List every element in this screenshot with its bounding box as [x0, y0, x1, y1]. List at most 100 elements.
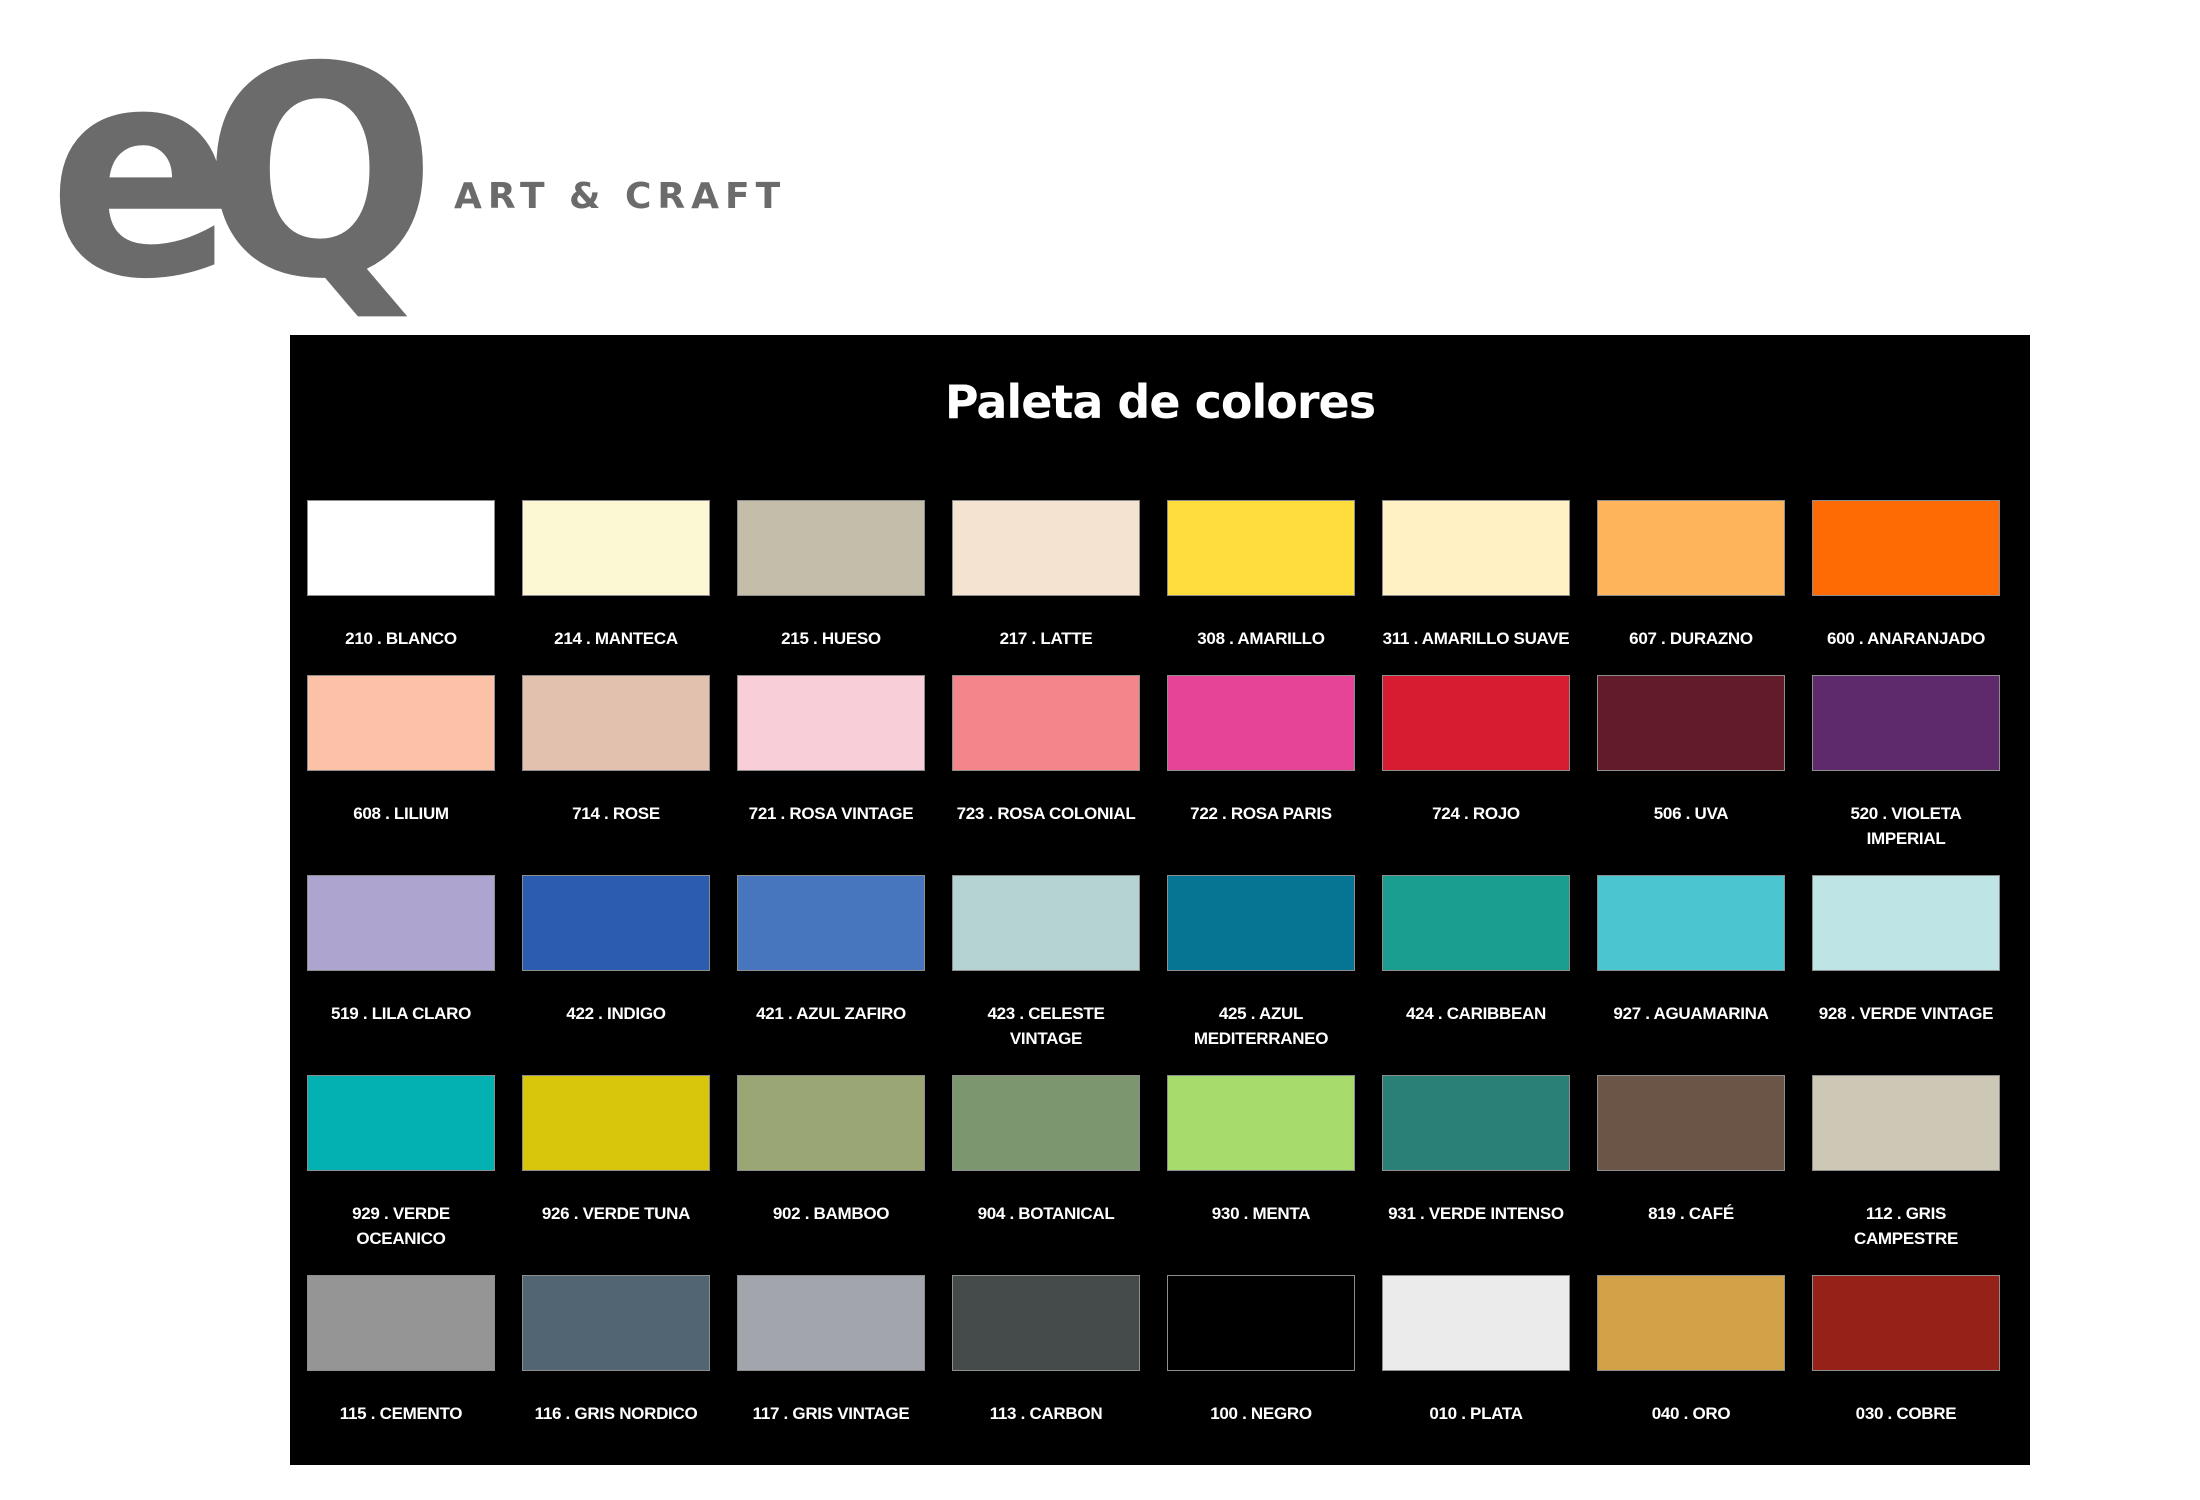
color-swatch-item: 927 . AGUAMARINA — [1597, 875, 1785, 1075]
color-swatch — [1167, 1075, 1355, 1171]
color-swatch — [1597, 675, 1785, 771]
color-swatch-label: 030 . COBRE — [1855, 1404, 1957, 1423]
color-swatch-label: 904 . BOTANICAL — [977, 1204, 1115, 1223]
color-swatch — [1597, 1275, 1785, 1371]
color-swatch-item: 115 . CEMENTO — [307, 1275, 495, 1425]
color-swatch-item: 723 . ROSA COLONIAL — [952, 675, 1140, 875]
color-swatch — [307, 1275, 495, 1371]
color-swatch-label: 113 . CARBON — [989, 1404, 1103, 1423]
color-swatch-item: 928 . VERDE VINTAGE — [1812, 875, 2000, 1075]
color-swatch — [1382, 1075, 1570, 1171]
color-swatch — [952, 500, 1140, 596]
color-swatch-item: 930 . MENTA — [1167, 1075, 1355, 1275]
color-swatch-label: 112 . GRIS CAMPESTRE — [1853, 1204, 1959, 1248]
color-swatch-label: 100 . NEGRO — [1210, 1404, 1312, 1423]
color-swatch-item: 600 . ANARANJADO — [1812, 500, 2000, 675]
color-swatch-item: 819 . CAFÉ — [1597, 1075, 1785, 1275]
color-swatch — [522, 1275, 710, 1371]
color-swatch-label: 311 . AMARILLO SUAVE — [1382, 629, 1570, 648]
color-swatch-label: 423 . CELESTE VINTAGE — [987, 1004, 1105, 1048]
color-swatch-item: 423 . CELESTE VINTAGE — [952, 875, 1140, 1075]
color-swatch-label: 931 . VERDE INTENSO — [1388, 1204, 1564, 1223]
color-swatch-item: 311 . AMARILLO SUAVE — [1382, 500, 1570, 675]
color-swatch-item: 210 . BLANCO — [307, 500, 495, 675]
color-swatch-item: 904 . BOTANICAL — [952, 1075, 1140, 1275]
color-swatch — [737, 500, 925, 596]
color-swatch-label: 214 . MANTECA — [554, 629, 678, 648]
color-swatch — [737, 875, 925, 971]
color-swatch — [1597, 500, 1785, 596]
brand-logo: eQ ART & CRAFT — [48, 30, 808, 320]
color-swatch-item: 714 . ROSE — [522, 675, 710, 875]
color-swatch — [522, 875, 710, 971]
color-swatch-item: 724 . ROJO — [1382, 675, 1570, 875]
color-swatch — [1382, 875, 1570, 971]
color-swatch-item: 608 . LILIUM — [307, 675, 495, 875]
color-swatch-item: 030 . COBRE — [1812, 1275, 2000, 1425]
color-swatch-label: 519 . LILA CLARO — [330, 1004, 472, 1023]
color-swatch — [1167, 675, 1355, 771]
color-swatch — [1167, 1275, 1355, 1371]
color-swatch-label: 724 . ROJO — [1432, 804, 1520, 823]
color-swatch-item: 506 . UVA — [1597, 675, 1785, 875]
color-swatch-label: 308 . AMARILLO — [1197, 629, 1325, 648]
color-swatch-label: 115 . CEMENTO — [339, 1404, 463, 1423]
color-swatch-label: 723 . ROSA COLONIAL — [956, 804, 1136, 823]
color-swatch-label: 210 . BLANCO — [345, 629, 457, 648]
color-swatch-item: 215 . HUESO — [737, 500, 925, 675]
color-swatch-item: 425 . AZUL MEDITERRANEO — [1167, 875, 1355, 1075]
color-swatch-label: 506 . UVA — [1653, 804, 1729, 823]
color-swatch-item: 422 . INDIGO — [522, 875, 710, 1075]
color-swatch-label: 215 . HUESO — [781, 629, 881, 648]
color-swatch-item: 116 . GRIS NORDICO — [522, 1275, 710, 1425]
color-swatch — [737, 1075, 925, 1171]
color-swatch-item: 421 . AZUL ZAFIRO — [737, 875, 925, 1075]
color-swatch-item: 113 . CARBON — [952, 1275, 1140, 1425]
color-swatch — [1167, 500, 1355, 596]
color-swatch-item: 424 . CARIBBEAN — [1382, 875, 1570, 1075]
color-swatch-label: 424 . CARIBBEAN — [1405, 1004, 1547, 1023]
color-swatch-label: 600 . ANARANJADO — [1827, 629, 1985, 648]
color-swatch — [1812, 675, 2000, 771]
color-swatch-label: 608 . LILIUM — [353, 804, 449, 823]
color-swatch-label: 929 . VERDE OCEANICO — [352, 1204, 450, 1248]
color-swatch-label: 422 . INDIGO — [566, 1004, 666, 1023]
color-swatch-item: 308 . AMARILLO — [1167, 500, 1355, 675]
color-swatch-item: 214 . MANTECA — [522, 500, 710, 675]
color-swatch-label: 926 . VERDE TUNA — [541, 1204, 691, 1223]
color-swatch-item: 926 . VERDE TUNA — [522, 1075, 710, 1275]
color-swatch — [1597, 1075, 1785, 1171]
color-swatch — [307, 1075, 495, 1171]
color-swatch — [1812, 500, 2000, 596]
color-swatch-label: 714 . ROSE — [572, 804, 660, 823]
color-swatch-label: 116 . GRIS NORDICO — [534, 1404, 698, 1423]
color-swatch-label: 902 . BAMBOO — [772, 1204, 890, 1223]
color-swatch — [522, 675, 710, 771]
color-swatch-label: 010 . PLATA — [1429, 1404, 1523, 1423]
color-swatch-item: 520 . VIOLETA IMPERIAL — [1812, 675, 2000, 875]
color-swatch-item: 217 . LATTE — [952, 500, 1140, 675]
color-swatch-label: 722 . ROSA PARIS — [1190, 804, 1332, 823]
color-swatch-item: 607 . DURAZNO — [1597, 500, 1785, 675]
color-swatch-item: 519 . LILA CLARO — [307, 875, 495, 1075]
color-palette-panel: Paleta de colores 210 . BLANCO 214 . MANT… — [290, 335, 2030, 1465]
color-swatch — [737, 1275, 925, 1371]
color-swatch-item: 040 . ORO — [1597, 1275, 1785, 1425]
palette-title: Paleta de colores — [944, 375, 1376, 429]
color-swatch — [1812, 1275, 2000, 1371]
color-swatch-item: 010 . PLATA — [1382, 1275, 1570, 1425]
color-swatch-item: 722 . ROSA PARIS — [1167, 675, 1355, 875]
color-swatch-label: 607 . DURAZNO — [1629, 629, 1753, 648]
color-swatch-label: 425 . AZUL MEDITERRANEO — [1193, 1004, 1329, 1048]
color-swatch — [522, 1075, 710, 1171]
color-swatch — [307, 675, 495, 771]
logo-mark: eQ — [48, 6, 437, 343]
color-swatch — [1382, 675, 1570, 771]
color-swatch — [952, 1275, 1140, 1371]
color-swatch — [1167, 875, 1355, 971]
color-swatch — [1597, 875, 1785, 971]
swatch-grid: 210 . BLANCO 214 . MANTECA 215 . HUESO 217 … — [307, 500, 2007, 1425]
color-swatch-label: 117 . GRIS VINTAGE — [752, 1404, 910, 1423]
color-swatch — [522, 500, 710, 596]
color-swatch — [952, 675, 1140, 771]
